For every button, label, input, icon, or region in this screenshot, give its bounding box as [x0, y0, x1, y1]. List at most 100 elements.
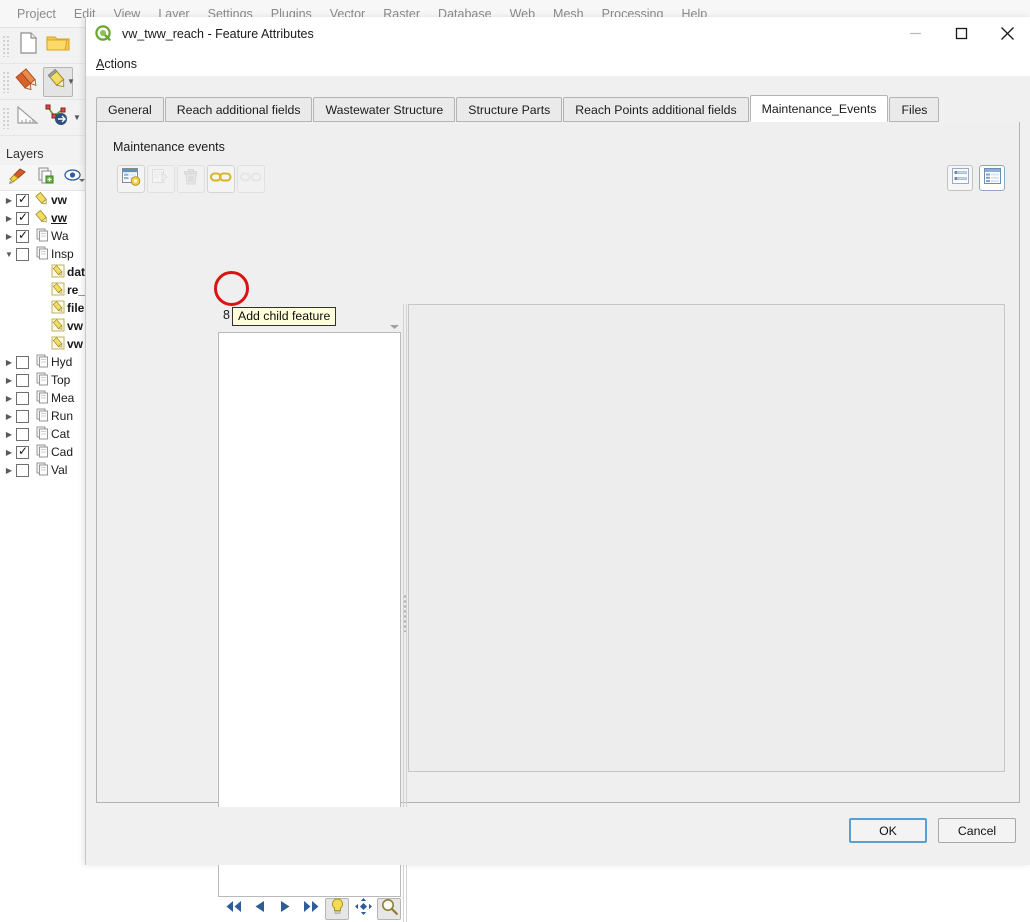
- chevron-right-icon[interactable]: ▶: [2, 358, 16, 367]
- magnifier-icon: [381, 898, 398, 920]
- edit-layer-icon: [50, 264, 67, 281]
- layer-visibility-checkbox[interactable]: [16, 248, 29, 261]
- toolbar-grip[interactable]: [2, 35, 10, 57]
- tab-label: Reach additional fields: [177, 103, 301, 117]
- open-project-button[interactable]: [43, 31, 73, 61]
- chevron-right-icon[interactable]: ▶: [2, 430, 16, 439]
- pencil-yellow-icon: [47, 68, 69, 95]
- visibility-eye-icon[interactable]: [64, 168, 85, 188]
- table-layer-icon: [34, 426, 51, 443]
- chevron-right-icon[interactable]: ▶: [2, 214, 16, 223]
- chevron-down-icon[interactable]: ▼: [73, 113, 81, 122]
- child-feature-form-area[interactable]: [408, 304, 1005, 772]
- form-view-button[interactable]: [947, 165, 973, 191]
- unlink-chain-icon: [240, 170, 262, 188]
- layer-visibility-checkbox[interactable]: [16, 194, 29, 207]
- tab-reach-additional-fields[interactable]: Reach additional fields: [165, 97, 313, 122]
- table-view-icon: [984, 168, 1001, 189]
- tab-label: Wastewater Structure: [325, 103, 443, 117]
- next-feature-button[interactable]: [273, 898, 297, 920]
- maximize-button[interactable]: [938, 17, 984, 51]
- menu-actions[interactable]: Actions: [96, 57, 137, 71]
- measure-icon: [16, 104, 40, 131]
- layer-name: vw: [51, 211, 67, 225]
- first-feature-button[interactable]: [221, 898, 245, 920]
- layer-visibility-checkbox[interactable]: [16, 446, 29, 459]
- layer-visibility-checkbox[interactable]: [16, 230, 29, 243]
- link-feature-button[interactable]: [207, 165, 235, 193]
- vertex-tool-button[interactable]: [43, 103, 73, 133]
- next-icon: [279, 899, 292, 919]
- previous-feature-button[interactable]: [247, 898, 271, 920]
- maintenance-events-tab-panel: Maintenance events: [96, 122, 1020, 803]
- layer-visibility-checkbox[interactable]: [16, 464, 29, 477]
- dialog-body: General Reach additional fields Wastewater…: [86, 77, 1030, 865]
- measure-button[interactable]: [13, 103, 43, 133]
- new-file-icon: [19, 32, 38, 59]
- tab-reach-points-additional-fields[interactable]: Reach Points additional fields: [563, 97, 748, 122]
- feature-attributes-dialog: vw_tww_reach - Feature Attributes Action…: [85, 17, 1030, 865]
- toolbar-grip[interactable]: [2, 71, 10, 93]
- layer-visibility-checkbox[interactable]: [16, 356, 29, 369]
- layer-visibility-checkbox[interactable]: [16, 374, 29, 387]
- tab-label: Maintenance_Events: [762, 102, 877, 116]
- layer-name: Insp: [51, 247, 74, 261]
- add-child-feature-button[interactable]: [117, 165, 145, 193]
- last-feature-button[interactable]: [299, 898, 323, 920]
- edit-layer-icon: [50, 336, 67, 353]
- minimize-button[interactable]: [892, 17, 938, 51]
- chevron-right-icon[interactable]: ▶: [2, 232, 16, 241]
- toolbar-grip[interactable]: [2, 107, 10, 129]
- table-view-button[interactable]: [979, 165, 1005, 191]
- layer-name: Wa: [51, 229, 69, 243]
- tab-label: Reach Points additional fields: [575, 103, 736, 117]
- menu-project[interactable]: Project: [8, 7, 65, 21]
- table-layer-icon: [34, 228, 51, 245]
- layer-visibility-checkbox[interactable]: [16, 410, 29, 423]
- chevron-right-icon[interactable]: ▶: [2, 394, 16, 403]
- styling-brush-icon[interactable]: [8, 167, 27, 189]
- layer-name: vw: [51, 193, 67, 207]
- tab-label: General: [108, 103, 152, 117]
- layer-name: Top: [51, 373, 70, 387]
- dialog-title: vw_tww_reach - Feature Attributes: [122, 27, 314, 41]
- duplicate-feature-icon: [152, 168, 171, 191]
- chevron-right-icon[interactable]: ▶: [2, 196, 16, 205]
- chevron-down-icon[interactable]: ▼: [67, 77, 75, 86]
- tab-maintenance-events[interactable]: Maintenance_Events: [750, 95, 889, 122]
- chevron-right-icon[interactable]: ▶: [2, 466, 16, 475]
- tab-general[interactable]: General: [96, 97, 164, 122]
- dialog-button-box: OK Cancel: [849, 818, 1016, 843]
- cancel-button[interactable]: Cancel: [938, 818, 1016, 843]
- tab-structure-parts[interactable]: Structure Parts: [456, 97, 562, 122]
- current-edits-button[interactable]: [13, 67, 43, 97]
- layer-name: Val: [51, 463, 67, 477]
- layer-visibility-checkbox[interactable]: [16, 392, 29, 405]
- new-project-button[interactable]: [13, 31, 43, 61]
- feature-navigation-toolbar: [219, 897, 401, 921]
- pan-icon: [355, 898, 372, 920]
- chevron-down-icon[interactable]: ▼: [2, 250, 16, 259]
- layer-visibility-checkbox[interactable]: [16, 428, 29, 441]
- zoom-to-feature-button[interactable]: [377, 898, 401, 920]
- dialog-footer: OK Cancel: [86, 807, 1030, 865]
- previous-icon: [253, 899, 266, 919]
- dialog-titlebar[interactable]: vw_tww_reach - Feature Attributes: [86, 17, 1030, 51]
- chevron-right-icon[interactable]: ▶: [2, 376, 16, 385]
- tab-files[interactable]: Files: [889, 97, 939, 122]
- pan-to-feature-button[interactable]: [351, 898, 375, 920]
- layer-visibility-checkbox[interactable]: [16, 212, 29, 225]
- chevron-down-icon[interactable]: [389, 318, 400, 336]
- close-button[interactable]: [984, 17, 1030, 51]
- chevron-right-icon[interactable]: ▶: [2, 412, 16, 421]
- ok-button[interactable]: OK: [849, 818, 927, 843]
- highlight-feature-button[interactable]: [325, 898, 349, 920]
- window-controls: [892, 17, 1030, 51]
- table-layer-icon: [34, 354, 51, 371]
- link-chain-icon: [210, 170, 232, 188]
- add-group-icon[interactable]: [37, 167, 54, 189]
- chevron-right-icon[interactable]: ▶: [2, 448, 16, 457]
- duplicate-child-feature-button: [147, 165, 175, 193]
- trash-icon: [183, 168, 199, 191]
- tab-wastewater-structure[interactable]: Wastewater Structure: [313, 97, 455, 122]
